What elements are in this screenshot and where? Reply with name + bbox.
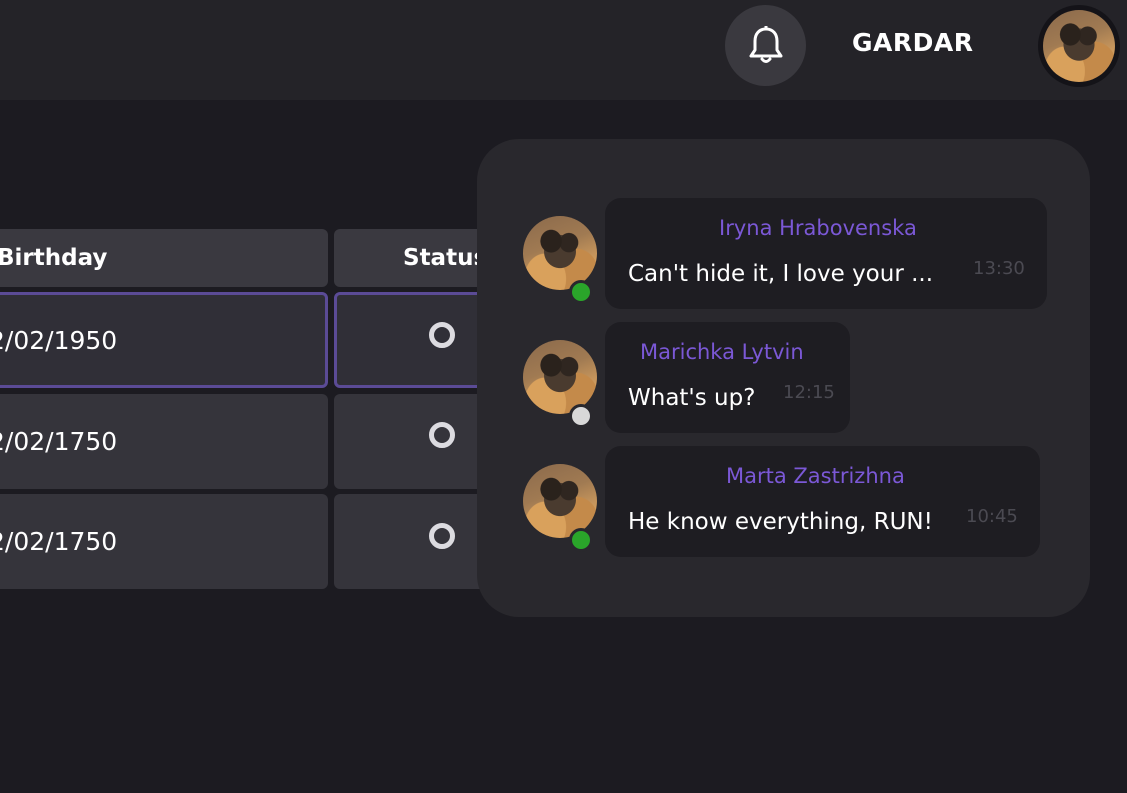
column-header-status-label: Status	[403, 245, 488, 271]
avatar-image	[1043, 10, 1115, 82]
avatar[interactable]	[523, 464, 597, 552]
message-time: 12:15	[783, 382, 835, 403]
sender-name: Marta Zastrizhna	[726, 464, 905, 488]
status-ring-icon[interactable]	[429, 523, 455, 549]
online-status-dot	[569, 528, 593, 552]
birthday-value: 2/02/1750	[0, 427, 118, 456]
birthday-value: 2/02/1750	[0, 527, 118, 556]
offline-status-dot	[569, 404, 593, 428]
avatar-image	[523, 464, 597, 538]
message-time: 13:30	[973, 258, 1025, 279]
status-ring-icon[interactable]	[429, 422, 455, 448]
message-text: Can't hide it, I love your ...	[628, 261, 934, 287]
message-text: He know everything, RUN!	[628, 509, 933, 535]
status-ring-icon[interactable]	[429, 322, 455, 348]
chat-popup: Iryna Hrabovenska Can't hide it, I love …	[477, 139, 1090, 617]
bell-icon	[749, 25, 782, 63]
sender-name: Marichka Lytvin	[640, 340, 804, 364]
avatar[interactable]	[523, 340, 597, 428]
username[interactable]: GARDAR	[852, 28, 973, 57]
top-bar: GARDAR	[0, 0, 1127, 100]
chat-message[interactable]: Iryna Hrabovenska Can't hide it, I love …	[605, 198, 1047, 309]
sender-name: Iryna Hrabovenska	[719, 216, 917, 240]
column-header-birthday-label: Birthday	[0, 245, 108, 271]
table-row-cell-birthday[interactable]: 2/02/1750	[0, 494, 328, 589]
chat-message[interactable]: Marta Zastrizhna He know everything, RUN…	[605, 446, 1040, 557]
profile-avatar[interactable]	[1038, 5, 1120, 87]
chat-message[interactable]: Marichka Lytvin What's up? 12:15	[605, 322, 850, 433]
birthday-value: 2/02/1950	[0, 325, 118, 355]
message-time: 10:45	[966, 506, 1018, 527]
online-status-dot	[569, 280, 593, 304]
table-row-cell-birthday[interactable]: 2/02/1750	[0, 394, 328, 489]
table-row-cell-birthday[interactable]: 2/02/1950	[0, 292, 328, 388]
message-text: What's up?	[628, 385, 756, 411]
column-header-birthday[interactable]: Birthday	[0, 229, 328, 287]
notifications-button[interactable]	[725, 5, 806, 86]
avatar-image	[523, 340, 597, 414]
avatar-image	[523, 216, 597, 290]
avatar[interactable]	[523, 216, 597, 304]
